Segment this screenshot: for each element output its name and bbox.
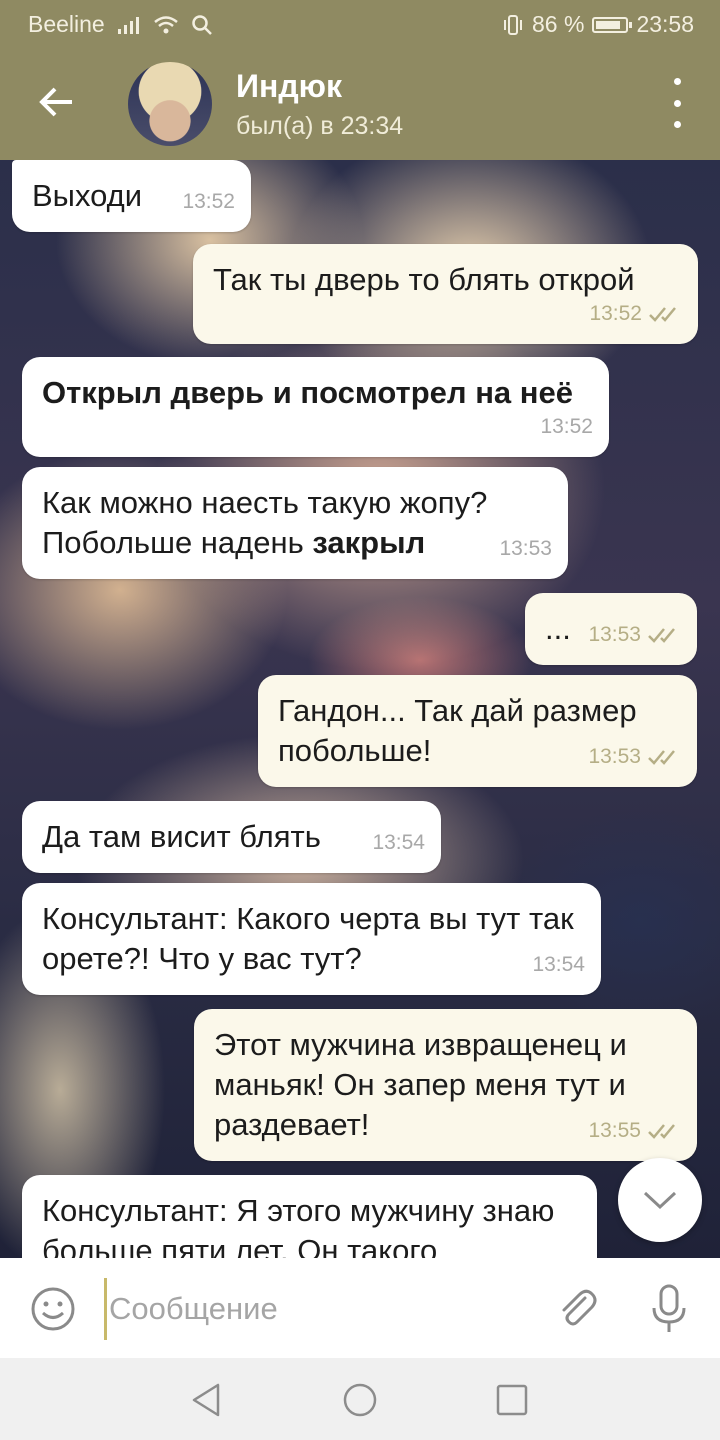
message-meta: 13:54 <box>532 945 585 985</box>
nav-recents-icon[interactable] <box>492 1380 532 1420</box>
message-bubble[interactable]: Да там висит блять 13:54 <box>22 801 441 873</box>
more-options-button[interactable] <box>662 78 692 128</box>
message-bubble[interactable]: ... 13:53 <box>525 593 697 665</box>
message-text: Консультант: Какого черта вы тут так оре… <box>42 901 583 976</box>
scroll-down-button[interactable] <box>618 1158 702 1242</box>
clock: 23:58 <box>636 11 694 37</box>
message-input[interactable] <box>104 1278 531 1340</box>
message-meta: 13:53 <box>588 615 681 655</box>
message-time: 13:53 <box>588 623 641 646</box>
more-vertical-icon <box>673 78 681 85</box>
smile-icon[interactable] <box>28 1284 78 1334</box>
more-vertical-icon-dot <box>673 121 681 128</box>
message-time: 13:52 <box>540 415 593 438</box>
signal-icon <box>117 16 139 34</box>
nav-home-icon[interactable] <box>340 1380 380 1420</box>
message-bubble[interactable]: Так ты дверь то блять открой 13:52 <box>193 244 698 344</box>
message-bubble[interactable]: Консультант: Какого черта вы тут так оре… <box>22 883 601 995</box>
message-time: 13:53 <box>588 745 641 768</box>
wifi-icon <box>153 15 178 33</box>
double-check-icon <box>648 750 675 765</box>
message-meta: 13:53 <box>499 529 552 569</box>
navigation-bar <box>0 1358 720 1440</box>
message-bubble[interactable]: Открыл дверь и посмотрел на неё 13:52 <box>22 357 609 457</box>
double-check-icon <box>648 628 675 643</box>
paperclip-icon[interactable] <box>552 1284 602 1334</box>
message-time: 13:54 <box>532 953 585 976</box>
message-time: 13:53 <box>499 537 552 560</box>
message-meta: 13:52 <box>589 294 682 334</box>
message-text-bold: закрыл <box>312 525 426 560</box>
double-check-icon <box>648 1124 675 1139</box>
message-bubble[interactable]: Гандон... Так дай размер побольше! 13:53 <box>258 675 697 787</box>
double-check-icon <box>649 307 676 322</box>
message-bubble[interactable]: Выходи 13:52 <box>12 160 251 232</box>
message-text: Как можно наесть такую жопу? Побольше на… <box>42 483 548 563</box>
message-text: Открыл дверь и посмотрел на неё <box>42 375 573 410</box>
message-text: Консультант: Я этого мужчину знаю больше… <box>42 1193 563 1258</box>
back-button[interactable] <box>26 72 86 132</box>
message-text-part: Как можно наесть такую жопу? Побольше на… <box>42 485 496 560</box>
message-meta: 13:55 <box>588 1111 681 1151</box>
status-bar: Beeline 86 % 23:58 <box>0 0 720 48</box>
vibrate-icon <box>504 14 522 35</box>
arrow-left-icon <box>39 87 72 117</box>
message-meta: 13:52 <box>182 182 235 222</box>
more-vertical-icon-dot <box>673 99 681 107</box>
chevron-down-icon <box>643 1191 677 1210</box>
contact-name[interactable]: Индюк <box>236 68 342 105</box>
battery-percent: 86 % <box>532 11 585 37</box>
message-bubble[interactable]: Этот мужчина извращенец и маньяк! Он зап… <box>194 1009 697 1161</box>
message-time: 13:52 <box>589 302 642 325</box>
contact-avatar[interactable] <box>128 62 212 146</box>
microphone-icon[interactable] <box>644 1282 694 1336</box>
carrier-name: Beeline <box>28 11 105 37</box>
message-time: 13:52 <box>182 190 235 213</box>
message-meta: 13:53 <box>588 737 681 777</box>
message-text: Да там висит блять <box>42 819 321 854</box>
nav-back-icon[interactable] <box>186 1380 226 1420</box>
message-bubble[interactable]: Консультант: Я этого мужчину знаю больше… <box>22 1175 597 1258</box>
message-time: 13:54 <box>372 831 425 854</box>
message-list[interactable]: Выходи 13:52 Так ты дверь то блять откро… <box>0 160 720 1258</box>
contact-last-seen: был(а) в 23:34 <box>236 112 404 140</box>
message-composer <box>0 1258 720 1358</box>
chat-header: Индюк был(а) в 23:34 <box>0 48 720 160</box>
message-meta: 13:52 <box>540 407 593 447</box>
message-time: 13:55 <box>588 1119 641 1142</box>
battery-icon <box>592 16 633 33</box>
search-icon <box>191 14 212 35</box>
message-meta: 13:54 <box>372 823 425 863</box>
battery-level <box>596 20 621 29</box>
message-bubble[interactable]: Как можно наесть такую жопу? Побольше на… <box>22 467 568 579</box>
